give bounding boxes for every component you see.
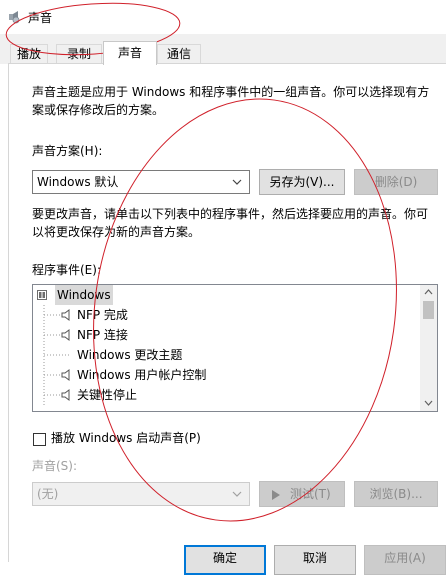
tree-item-windows[interactable]: Windows (33, 285, 422, 305)
startup-sound-checkbox[interactable] (33, 433, 46, 446)
group-icon (37, 290, 47, 300)
scheme-dropdown[interactable]: Windows 默认 (32, 170, 250, 194)
speaker-icon (61, 369, 70, 381)
chevron-down-icon (232, 179, 242, 185)
scheme-value: Windows 默认 (37, 175, 119, 189)
cancel-button[interactable]: 取消 (274, 545, 356, 575)
apply-button[interactable]: 应用(A) (364, 545, 446, 575)
tree-item-label: 关键性停止 (77, 388, 138, 402)
ok-button[interactable]: 确定 (184, 545, 266, 575)
tree-item-label: Windows (55, 285, 113, 305)
tree-item-label: NFP 完成 (77, 308, 128, 322)
tree-item-label: Windows 用户帐户控制 (77, 368, 207, 382)
chevron-down-icon (232, 491, 242, 497)
title-bar: 声音 (0, 0, 446, 34)
intro-text-line-2: 案或保存修改后的方案。 (32, 103, 165, 117)
startup-sound-label: 播放 Windows 启动声音(P) (51, 431, 201, 445)
sound-label: 声音(S): (32, 459, 78, 473)
delete-button[interactable]: 删除(D) (354, 169, 438, 195)
sound-value: (无) (37, 487, 59, 501)
list-scrollbar[interactable] (420, 285, 437, 411)
tab-strip: 播放 录制 声音 通信 (0, 34, 446, 65)
test-button[interactable]: 测试(T) (259, 481, 345, 507)
program-events-list[interactable]: Windows NFP 完成 NFP 连接 Windows 更改主题 Windo… (32, 284, 438, 412)
speaker-icon (61, 389, 70, 401)
chevron-down-icon[interactable] (424, 399, 433, 407)
tree-item-label: NFP 连接 (77, 328, 128, 342)
scheme-label: 声音方案(H): (32, 144, 103, 158)
tree-item-label: Windows 更改主题 (77, 348, 183, 362)
events-label: 程序事件(E): (32, 263, 101, 277)
speaker-app-icon (9, 11, 20, 24)
save-as-button[interactable]: 另存为(V)... (259, 169, 345, 195)
browse-button[interactable]: 浏览(B)... (354, 481, 438, 507)
tab-sounds[interactable]: 声音 (103, 41, 157, 65)
speaker-icon (61, 329, 70, 341)
chevron-up-icon[interactable] (424, 288, 433, 296)
instructions-line-2: 以将更改保存为新的声音方案。 (32, 225, 201, 239)
instructions-line-1: 要更改声音，请单击以下列表中的程序事件，然后选择要应用的声音。你可 (32, 207, 429, 221)
sound-dropdown[interactable]: (无) (32, 482, 250, 506)
sounds-panel: 声音主题是应用于 Windows 和程序事件中的一组声音。你可以选择现有方 案或… (8, 63, 446, 575)
intro-text-line-1: 声音主题是应用于 Windows 和程序事件中的一组声音。你可以选择现有方 (32, 85, 430, 99)
scroll-thumb[interactable] (423, 301, 434, 319)
tab-communications[interactable]: 通信 (157, 44, 201, 64)
speaker-icon (61, 309, 70, 321)
play-icon (272, 490, 280, 500)
tab-playback[interactable]: 播放 (10, 44, 48, 64)
tab-recording[interactable]: 录制 (56, 44, 102, 64)
window-title: 声音 (28, 11, 53, 25)
